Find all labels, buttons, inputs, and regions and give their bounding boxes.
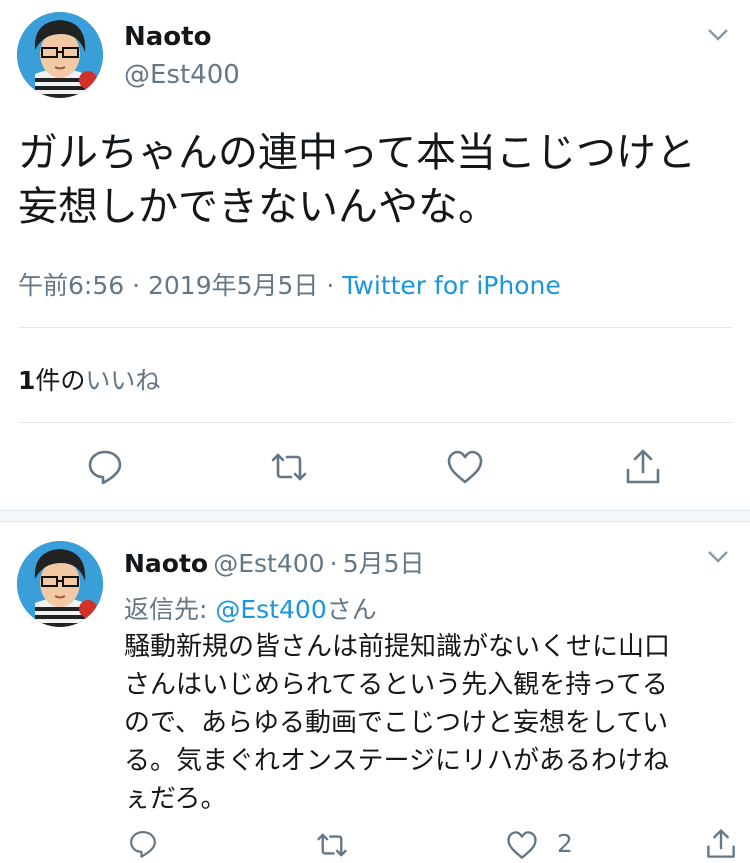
retweet-icon[interactable]: [270, 448, 308, 486]
tweet-text-line: 妄想しかできないんやな。: [18, 184, 498, 230]
tweet-text: ガルちゃんの連中って本当こじつけと 妄想しかできないんやな。: [18, 126, 696, 234]
reply-author-name[interactable]: Naoto: [124, 549, 208, 578]
like-icon[interactable]: [506, 829, 538, 861]
reply-icon[interactable]: [128, 829, 158, 859]
tweet-time: 午前6:56: [18, 271, 125, 300]
reply-to-mention[interactable]: @Est400: [215, 595, 326, 624]
divider: [18, 422, 732, 423]
chevron-down-icon[interactable]: [707, 550, 729, 564]
section-separator: [0, 510, 750, 522]
reply-text-line: さんはいじめられてるという先入観を持ってる: [124, 670, 668, 700]
reply-author-handle[interactable]: @Est400: [213, 549, 324, 578]
likes-suffix: 件の: [35, 366, 86, 395]
avatar[interactable]: [17, 541, 103, 627]
reply-text-line: る。気まぐれオンステージにリハがあるわけね: [124, 746, 669, 776]
tweet-date: 2019年5月5日: [148, 271, 319, 300]
tweet-source-link[interactable]: Twitter for iPhone: [342, 271, 560, 300]
share-icon[interactable]: [624, 448, 662, 486]
tweet-text-line: ガルちゃんの連中って本当こじつけと: [18, 130, 696, 176]
reply-text-line: ので、あらゆる動画でこじつけと妄想をしてい: [124, 708, 669, 738]
avatar[interactable]: [17, 12, 103, 98]
reply-to: 返信先: @Est400さん: [124, 590, 377, 626]
reply-text-line: ぇだろ。: [124, 784, 227, 814]
likes-count: 1: [18, 366, 36, 395]
reply-text-line: 騒動新規の皆さんは前提知識がないくせに山口: [124, 632, 671, 662]
share-icon[interactable]: [705, 828, 737, 860]
chevron-down-icon[interactable]: [707, 28, 729, 42]
likes-label: いいね: [85, 366, 161, 395]
author-name[interactable]: Naoto: [124, 22, 211, 52]
reply-text: 騒動新規の皆さんは前提知識がないくせに山口 さんはいじめられてるという先入観を持…: [124, 628, 724, 818]
reply-icon[interactable]: [86, 448, 124, 486]
author-handle[interactable]: @Est400: [124, 60, 240, 90]
like-count: 2: [557, 829, 573, 858]
meta-separator: ·: [326, 271, 335, 300]
like-icon[interactable]: [446, 448, 484, 486]
reply-date[interactable]: 5月5日: [343, 549, 425, 578]
reply-to-label: 返信先:: [124, 595, 208, 624]
retweet-icon[interactable]: [316, 829, 348, 861]
meta-separator: ·: [132, 271, 141, 300]
meta-separator: ·: [329, 549, 338, 578]
reply-to-suffix: さん: [326, 595, 377, 624]
likes-summary[interactable]: 1件のいいね: [18, 361, 160, 397]
divider: [18, 327, 732, 328]
tweet-meta: 午前6:56 · 2019年5月5日 · Twitter for iPhone: [18, 266, 561, 302]
reply-header: Naoto @Est400 · 5月5日: [124, 544, 425, 580]
